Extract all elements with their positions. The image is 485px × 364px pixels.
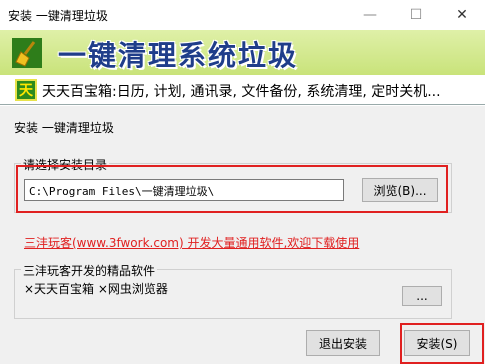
software-list: ×天天百宝箱 ×网虫浏览器 [24, 282, 168, 296]
software-group-label: 三沣玩客开发的精品软件 [21, 262, 158, 279]
minimize-button[interactable]: — [347, 0, 393, 30]
maximize-button[interactable]: ☐ [393, 0, 439, 30]
info-strip: 天 天天百宝箱:日历, 计划, 通讯录, 文件备份, 系统清理, 定时关机... [0, 75, 485, 105]
close-icon: ✕ [456, 7, 468, 23]
highlight-box-install [400, 323, 484, 364]
install-path-input[interactable]: C:\Program Files\一键清理垃圾\ [24, 179, 344, 201]
exit-install-button[interactable]: 退出安装 [306, 330, 380, 356]
header-banner: 一键清理系统垃圾 [0, 30, 485, 75]
minimize-icon: — [363, 7, 377, 23]
page-subtitle: 安装 一键清理垃圾 [14, 121, 114, 135]
window-title: 安装 一键清理垃圾 [8, 9, 108, 23]
browse-button[interactable]: 浏览(B)... [362, 178, 438, 202]
maximize-icon: ☐ [409, 7, 423, 23]
more-software-button[interactable]: ... [402, 286, 442, 306]
tiantian-logo-icon: 天 [15, 79, 37, 101]
promo-link[interactable]: 三沣玩客(www.3fwork.com) 开发大量通用软件,欢迎下载使用 [24, 234, 359, 251]
close-button[interactable]: ✕ [439, 0, 485, 30]
installer-body: 安装 一键清理垃圾 请选择安装目录 C:\Program Files\一键清理垃… [0, 106, 485, 364]
banner-title: 一键清理系统垃圾 [58, 39, 299, 72]
info-strip-text: 天天百宝箱:日历, 计划, 通讯录, 文件备份, 系统清理, 定时关机... [42, 84, 441, 100]
title-bar: 安装 一键清理垃圾 — ☐ ✕ [0, 0, 485, 30]
broom-icon [12, 38, 42, 68]
